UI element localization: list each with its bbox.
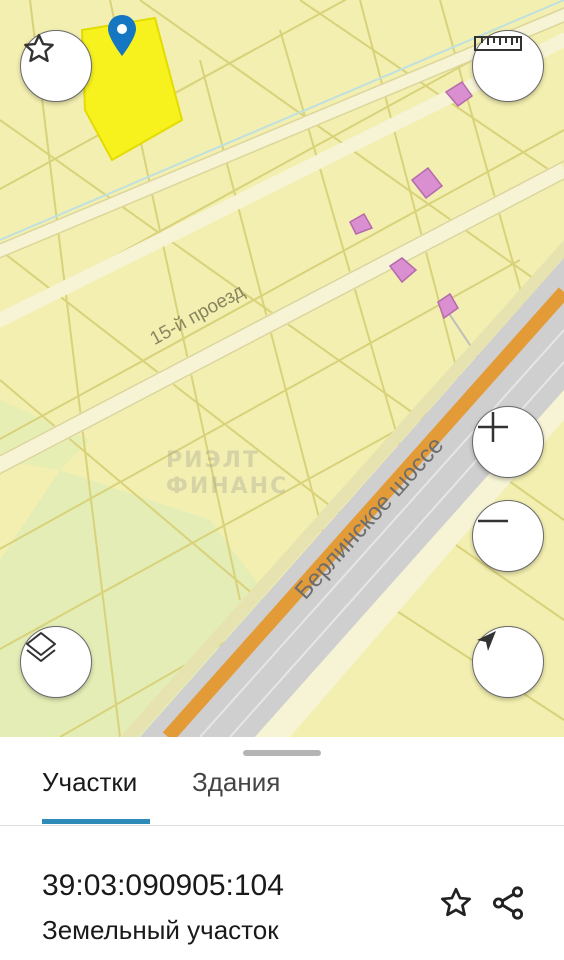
tabs-divider [0, 825, 564, 826]
zoom-in-button[interactable] [472, 406, 544, 478]
favorite-map-button[interactable] [20, 30, 92, 102]
tab-parcels[interactable]: Участки [42, 767, 137, 798]
locate-me-button[interactable] [472, 626, 544, 698]
watermark-logo: РИЭЛТ ФИНАНС [166, 448, 289, 499]
ruler-icon [474, 36, 522, 51]
share-parcel-button[interactable] [488, 883, 528, 923]
sheet-drag-handle[interactable] [243, 750, 321, 756]
map-view[interactable]: 15-й проезд Берлинское шоссе РИЭЛТ ФИНАН… [0, 0, 564, 737]
parcel-type: Земельный участок [42, 915, 279, 945]
layers-icon [26, 632, 56, 662]
minus-icon [478, 519, 508, 523]
tab-buildings[interactable]: Здания [192, 767, 280, 798]
zoom-out-button[interactable] [472, 500, 544, 572]
plus-icon [478, 412, 508, 442]
cadastral-number: 39:03:090905:104 [42, 869, 284, 902]
bottom-sheet[interactable]: Участки Здания 39:03:090905:104 Земельны… [0, 737, 564, 960]
active-tab-indicator [42, 819, 150, 824]
share-icon [492, 886, 524, 920]
favorite-parcel-button[interactable] [436, 883, 476, 923]
star-outline-icon [24, 34, 54, 63]
layers-button[interactable] [20, 626, 92, 698]
star-outline-icon [441, 887, 471, 917]
ruler-measure-button[interactable] [472, 30, 544, 102]
navigation-arrow-icon [477, 631, 496, 651]
